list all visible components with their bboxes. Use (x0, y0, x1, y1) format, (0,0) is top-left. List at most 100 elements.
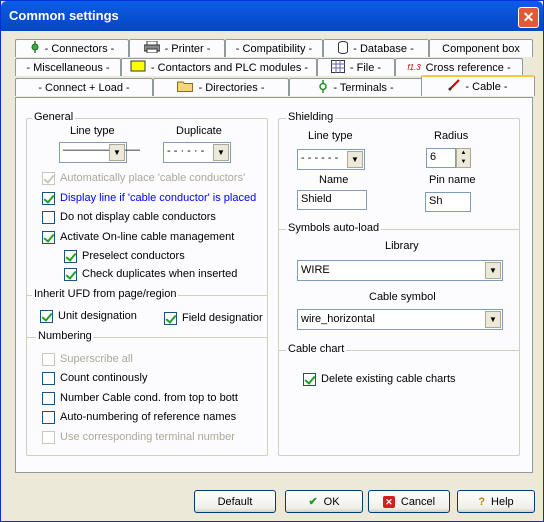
ok-button[interactable]: ✔ OK (285, 490, 363, 513)
contactor-icon (130, 60, 146, 75)
chevron-down-icon[interactable]: ▼ (109, 144, 125, 161)
tab-printer[interactable]: - Printer - (129, 39, 225, 57)
shield-line-type-label: Line type (308, 130, 353, 142)
database-icon (338, 40, 349, 57)
library-select[interactable]: WIRE ▼ (297, 260, 503, 281)
tab-directories-label: - Directories - (198, 81, 265, 94)
radius-value: 6 (430, 151, 437, 163)
duplicate-select[interactable]: - - · - · - ▼ (163, 142, 231, 163)
unit-designation-checkbox[interactable] (40, 310, 53, 323)
radius-input[interactable]: 6 (426, 148, 456, 168)
chevron-down-icon[interactable]: ▼ (213, 144, 229, 161)
folder-icon (177, 80, 194, 95)
delete-cable-charts-checkbox[interactable] (303, 373, 316, 386)
close-button[interactable]: ✕ (518, 7, 539, 28)
settings-dialog: Common settings ✕ - Connectors - - Print… (0, 0, 544, 522)
tab-database[interactable]: - Database - (323, 39, 429, 57)
general-group (26, 118, 268, 456)
shield-name-input[interactable]: Shield (297, 190, 367, 210)
cross-reference-badge: f1.3 (407, 62, 421, 72)
printer-icon (143, 40, 161, 56)
tab-component-box[interactable]: Component box (429, 39, 533, 57)
cable-chart-legend: Cable chart (286, 343, 347, 355)
duplicate-value: - - · - · - (167, 145, 205, 157)
cancel-button[interactable]: ✕ Cancel (368, 490, 450, 513)
pin-name-value: Sh (429, 195, 443, 207)
terminal-number-label: Use corresponding terminal number (60, 431, 235, 443)
superscribe-all-label: Superscribe all (60, 353, 133, 365)
tab-database-label: - Database - (353, 42, 414, 55)
tab-terminals[interactable]: - Terminals - (289, 78, 423, 96)
numbering-legend: Numbering (36, 330, 94, 342)
unit-designation-label: Unit designation (58, 310, 137, 322)
spin-up-icon[interactable]: ▲ (457, 149, 470, 158)
auto-place-label: Automatically place 'cable conductors' (60, 172, 246, 184)
radius-spinner[interactable]: ▲ ▼ (456, 148, 471, 168)
cable-icon (448, 79, 461, 94)
line-type-value: ——————— (63, 144, 140, 156)
cable-symbol-select[interactable]: wire_horizontal ▼ (297, 309, 503, 330)
auto-numbering-label: Auto-numbering of reference names (60, 411, 237, 423)
cable-symbol-label: Cable symbol (369, 291, 436, 303)
chevron-down-icon[interactable]: ▼ (485, 311, 501, 328)
help-icon: ? (478, 495, 486, 508)
online-cable-mgmt-checkbox[interactable] (42, 231, 55, 244)
tab-component-box-label: Component box (442, 42, 520, 55)
number-top-bottom-label: Number Cable cond. from top to bott (60, 392, 238, 404)
field-designation-label: Field designatior (182, 312, 263, 324)
count-continuously-label: Count continously (60, 372, 148, 384)
inherit-legend: Inherit UFD from page/region (32, 288, 179, 300)
library-value: WIRE (301, 264, 330, 276)
cancel-button-label: Cancel (400, 495, 436, 508)
preselect-conductors-checkbox[interactable] (64, 250, 77, 263)
spin-down-icon[interactable]: ▼ (457, 158, 470, 167)
file-grid-icon (330, 59, 345, 76)
auto-place-checkbox[interactable] (42, 172, 55, 185)
display-line-checkbox[interactable] (42, 192, 55, 205)
check-duplicates-label: Check duplicates when inserted (82, 268, 238, 280)
number-top-bottom-checkbox[interactable] (42, 392, 55, 405)
pin-name-input[interactable]: Sh (425, 192, 471, 212)
check-duplicates-checkbox[interactable] (64, 268, 77, 281)
hide-conductors-checkbox[interactable] (42, 211, 55, 224)
count-continuously-checkbox[interactable] (42, 372, 55, 385)
tab-miscellaneous-label: - Miscellaneous - (26, 61, 110, 74)
terminal-number-checkbox[interactable] (42, 431, 55, 444)
field-designation-checkbox[interactable] (164, 312, 177, 325)
terminal-icon (318, 79, 328, 96)
help-button[interactable]: ? Help (457, 490, 535, 513)
chevron-down-icon[interactable]: ▼ (485, 262, 501, 279)
line-type-label: Line type (70, 125, 115, 137)
shield-line-type-select[interactable]: - - - - - - ▼ (297, 149, 365, 170)
shield-name-label: Name (319, 174, 349, 186)
tab-cable[interactable]: - Cable - (421, 75, 535, 96)
library-label: Library (385, 240, 419, 252)
tab-connectors[interactable]: - Connectors - (15, 39, 129, 57)
tab-cross-reference[interactable]: f1.3 Cross reference - (395, 58, 523, 76)
tab-connect-load[interactable]: - Connect + Load - (15, 78, 153, 96)
tab-file-label: - File - (349, 61, 382, 74)
close-icon: ✕ (522, 9, 535, 25)
auto-numbering-checkbox[interactable] (42, 411, 55, 424)
chevron-down-icon[interactable]: ▼ (347, 151, 363, 168)
tab-miscellaneous[interactable]: - Miscellaneous - (15, 58, 121, 76)
line-type-select[interactable]: ——————— ▼ (59, 142, 140, 163)
tab-cable-label: - Cable - (465, 80, 508, 93)
help-button-label: Help (491, 495, 514, 508)
cable-tab-panel: General Line type Duplicate ——————— ▼ - … (15, 97, 533, 473)
tab-directories[interactable]: - Directories - (153, 78, 289, 96)
cancel-icon: ✕ (382, 495, 395, 508)
radius-label: Radius (434, 130, 469, 142)
default-button-label: Default (217, 495, 253, 508)
tab-connectors-label: - Connectors - (44, 42, 115, 55)
general-legend: General (32, 111, 76, 123)
tab-file[interactable]: - File - (317, 58, 395, 76)
cable-symbol-value: wire_horizontal (301, 313, 375, 325)
tab-contactors-plc[interactable]: - Contactors and PLC modules - (121, 58, 317, 76)
tab-compatibility[interactable]: - Compatibility - (225, 39, 323, 57)
tab-printer-label: - Printer - (164, 42, 211, 55)
pin-name-label: Pin name (429, 174, 476, 186)
superscribe-all-checkbox[interactable] (42, 353, 55, 366)
tab-compatibility-label: - Compatibility - (235, 42, 313, 55)
default-button[interactable]: Default (194, 490, 276, 513)
